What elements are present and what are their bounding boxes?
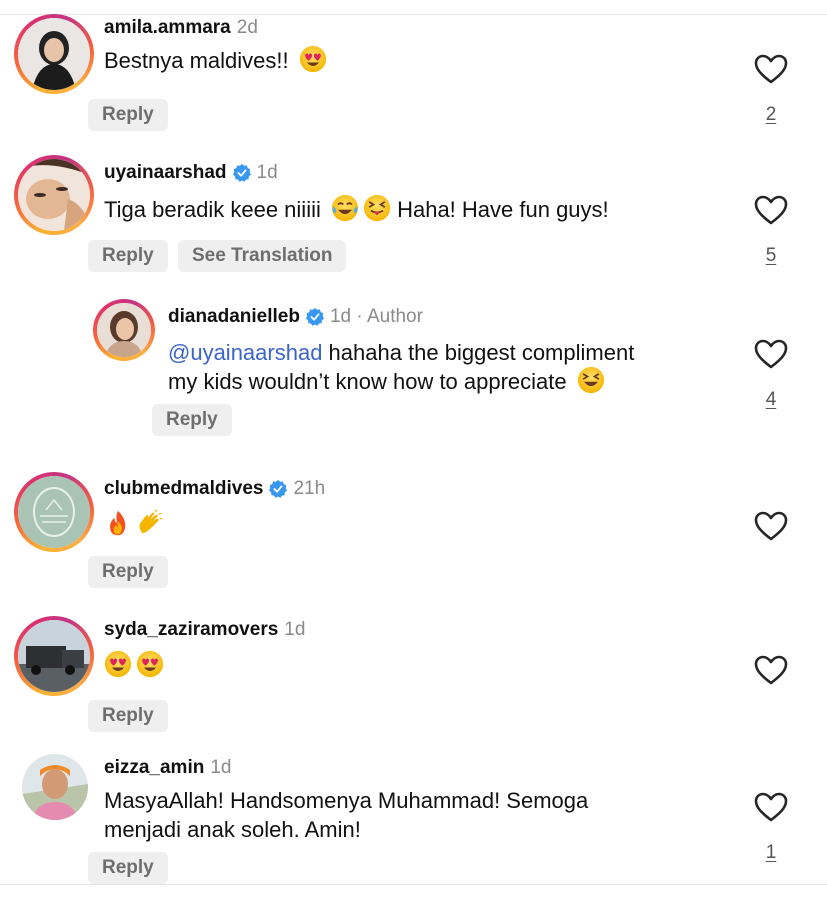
like-count[interactable]: 5 [761,245,781,267]
mention-link[interactable]: @uyainaarshad [168,340,322,365]
heart-icon[interactable] [754,195,788,225]
reply-button[interactable]: Reply [88,99,168,131]
username[interactable]: amila.ammara [104,16,231,40]
heart-icon[interactable] [754,54,788,84]
timestamp: 1d [256,162,278,183]
username[interactable]: eizza_amin [104,756,204,780]
avatar[interactable] [93,299,155,361]
timestamp: 21h [293,478,326,499]
reply-button[interactable]: Reply [88,240,168,272]
reply-button[interactable]: Reply [152,404,232,436]
verified-badge-icon [306,308,324,326]
avatar[interactable] [22,754,88,820]
timestamp: 1d [210,757,232,778]
top-divider [0,14,827,15]
avatar[interactable] [14,155,94,235]
username[interactable]: dianadanielleb [168,305,300,329]
bottom-divider [0,884,827,885]
heart-icon[interactable] [754,792,788,822]
comment-text-line2: my kids wouldn’t know how to appreciate [168,366,605,396]
username[interactable]: syda_zaziramovers [104,618,278,642]
heart-icon[interactable] [754,339,788,369]
heart-icon[interactable] [754,511,788,541]
comment-text [100,509,164,539]
avatar[interactable] [14,14,94,94]
timestamp-author: 1d · Author [329,306,423,327]
heart-eyes-emoji [136,650,164,678]
like-count[interactable]: 2 [761,104,781,126]
heart-eyes-emoji [299,45,327,73]
username[interactable]: uyainaarshad [104,161,227,185]
avatar[interactable] [14,616,94,696]
heart-icon[interactable] [754,655,788,685]
reply-button[interactable]: Reply [88,556,168,588]
laughing-emoji [577,366,605,394]
squint-tongue-emoji [363,194,391,222]
timestamp: 1d [284,619,306,640]
heart-eyes-emoji [104,650,132,678]
see-translation-button[interactable]: See Translation [178,240,347,272]
tears-of-joy-emoji [331,194,359,222]
username[interactable]: clubmedmaldives [104,477,263,501]
fire-emoji [104,509,132,537]
reply-button[interactable]: Reply [88,700,168,732]
like-count[interactable]: 4 [761,389,781,411]
clapping-hands-emoji [136,509,164,537]
verified-badge-icon [269,480,287,498]
like-count[interactable]: 1 [761,842,781,864]
comment-text [100,650,164,680]
comment-text: Tiga beradik keee niiiii Haha! Have fun … [104,194,609,224]
comment-text-line1: @uyainaarshad hahaha the biggest complim… [168,340,635,365]
comment-text: Bestnya maldives!! [104,45,327,75]
avatar[interactable] [14,472,94,552]
verified-badge-icon [233,164,251,182]
timestamp: 2d [236,17,258,38]
comment-text-line2: menjadi anak soleh. Amin! [104,817,361,842]
comment-text-line1: MasyaAllah! Handsomenya Muhammad! Semoga [104,788,589,813]
reply-button[interactable]: Reply [88,852,168,884]
